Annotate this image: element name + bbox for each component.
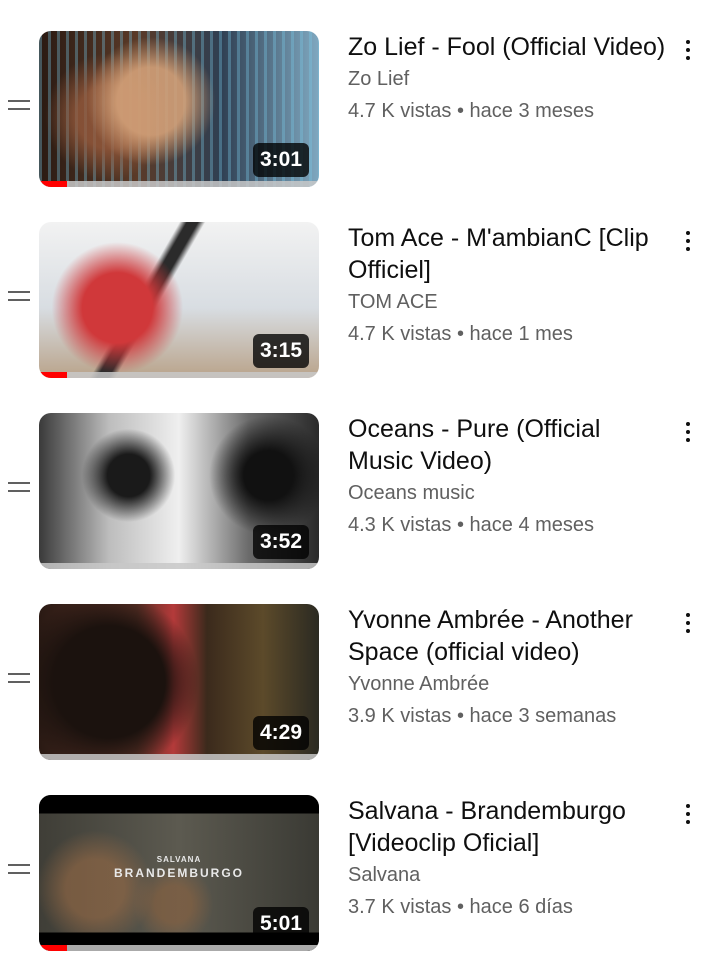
more-vert-icon[interactable] <box>676 226 700 256</box>
video-title[interactable]: Zo Lief - Fool (Official Video) <box>348 31 668 63</box>
channel-name: Oceans music <box>348 482 475 504</box>
duration-badge: 5:01 <box>252 907 309 941</box>
playlist-video-row[interactable]: SALVANA BRANDEMBURGO 5:01 Salvana - Bran… <box>0 795 720 955</box>
watch-progress-bar <box>39 372 319 378</box>
stats-separator: • <box>451 514 470 536</box>
more-vert-icon[interactable] <box>676 417 700 447</box>
watch-progress-bar <box>39 754 319 760</box>
watch-progress-fill <box>39 181 67 187</box>
stats-separator: • <box>451 100 470 122</box>
video-thumbnail[interactable]: 4:29 <box>39 604 319 760</box>
video-title[interactable]: Salvana - Brandemburgo [Videoclip Oficia… <box>348 795 668 859</box>
channel-name: Yvonne Ambrée <box>348 673 490 695</box>
drag-handle-icon[interactable] <box>8 670 30 686</box>
upload-age: hace 3 semanas <box>469 705 617 727</box>
view-count: 4.3 K vistas <box>348 514 452 536</box>
watch-progress-bar <box>39 945 319 951</box>
more-vert-icon[interactable] <box>676 35 700 65</box>
video-title[interactable]: Yvonne Ambrée - Another Space (official … <box>348 604 668 668</box>
video-stats: 3.7 K vistas • hace 6 días <box>348 891 668 923</box>
playlist-video-row[interactable]: 4:29 Yvonne Ambrée - Another Space (offi… <box>0 604 720 764</box>
video-stats: 4.3 K vistas • hace 4 meses <box>348 509 668 541</box>
watch-progress-bar <box>39 181 319 187</box>
video-stats: 3.9 K vistas • hace 3 semanas <box>348 700 668 732</box>
stats-separator: • <box>451 705 470 727</box>
duration-badge: 3:01 <box>252 143 309 177</box>
video-thumbnail[interactable]: SALVANA BRANDEMBURGO 5:01 <box>39 795 319 951</box>
playlist-video-row[interactable]: 3:01 Zo Lief - Fool (Official Video) Zo … <box>0 31 720 191</box>
video-meta: Salvana - Brandemburgo [Videoclip Oficia… <box>348 795 668 923</box>
more-vert-icon[interactable] <box>676 608 700 638</box>
stats-separator: • <box>451 896 470 918</box>
drag-handle-icon[interactable] <box>8 479 30 495</box>
channel-name: Zo Lief <box>348 68 410 90</box>
drag-handle-icon[interactable] <box>8 97 30 113</box>
video-meta: Oceans - Pure (Official Music Video) Oce… <box>348 413 668 541</box>
view-count: 4.7 K vistas <box>348 323 452 345</box>
video-title[interactable]: Oceans - Pure (Official Music Video) <box>348 413 668 477</box>
video-meta: Tom Ace - M'ambianC [Clip Officiel] TOM … <box>348 222 668 350</box>
playlist-video-row[interactable]: 3:52 Oceans - Pure (Official Music Video… <box>0 413 720 573</box>
stats-separator: • <box>451 323 470 345</box>
watch-progress-bar <box>39 563 319 569</box>
more-vert-icon[interactable] <box>676 799 700 829</box>
duration-badge: 3:52 <box>252 525 309 559</box>
view-count: 4.7 K vistas <box>348 100 452 122</box>
playlist-video-row[interactable]: 3:15 Tom Ace - M'ambianC [Clip Officiel]… <box>0 222 720 382</box>
view-count: 3.7 K vistas <box>348 896 452 918</box>
video-title[interactable]: Tom Ace - M'ambianC [Clip Officiel] <box>348 222 668 286</box>
upload-age: hace 6 días <box>469 896 573 918</box>
watch-progress-fill <box>39 945 67 951</box>
duration-badge: 4:29 <box>252 716 309 750</box>
upload-age: hace 4 meses <box>469 514 595 536</box>
drag-handle-icon[interactable] <box>8 861 30 877</box>
video-stats: 4.7 K vistas • hace 1 mes <box>348 318 668 350</box>
video-thumbnail[interactable]: 3:52 <box>39 413 319 569</box>
drag-handle-icon[interactable] <box>8 288 30 304</box>
video-meta: Zo Lief - Fool (Official Video) Zo Lief … <box>348 31 668 127</box>
video-thumbnail[interactable]: 3:15 <box>39 222 319 378</box>
duration-badge: 3:15 <box>252 334 309 368</box>
channel-name: TOM ACE <box>348 291 438 313</box>
upload-age: hace 1 mes <box>469 323 573 345</box>
watch-progress-fill <box>39 372 67 378</box>
video-meta: Yvonne Ambrée - Another Space (official … <box>348 604 668 732</box>
channel-name: Salvana <box>348 864 421 886</box>
video-thumbnail[interactable]: 3:01 <box>39 31 319 187</box>
video-stats: 4.7 K vistas • hace 3 meses <box>348 95 668 127</box>
upload-age: hace 3 meses <box>469 100 595 122</box>
view-count: 3.9 K vistas <box>348 705 452 727</box>
